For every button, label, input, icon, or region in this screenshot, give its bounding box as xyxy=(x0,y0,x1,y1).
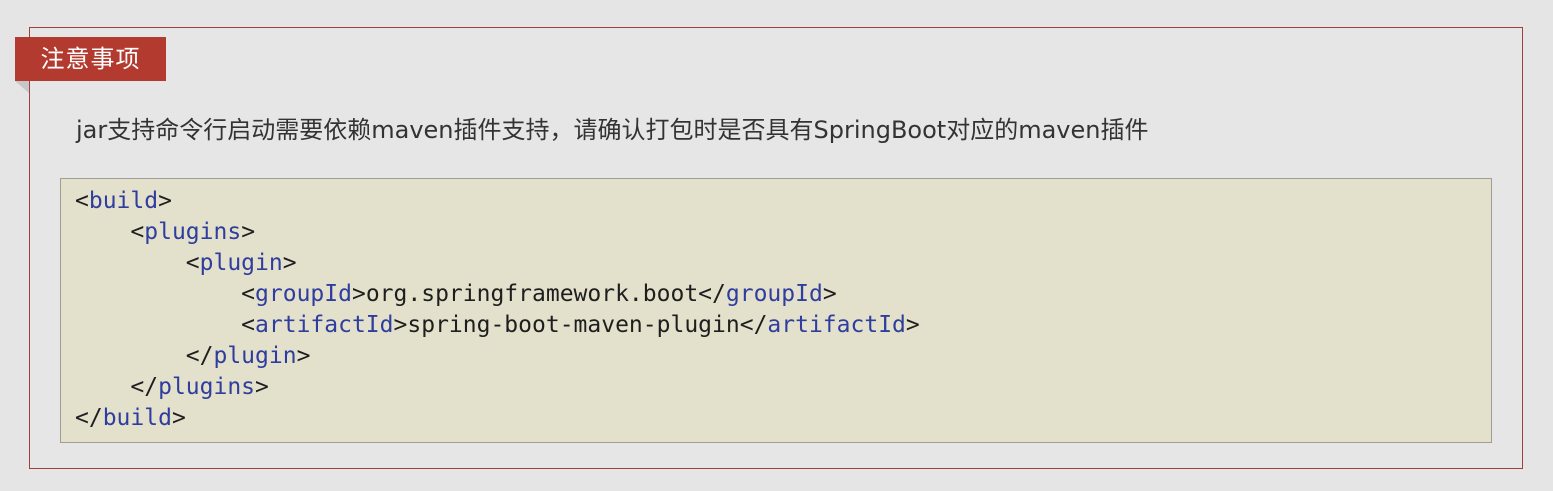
code-block: <build> <plugins> <plugin> <groupId>org.… xyxy=(60,178,1492,443)
code-line: <plugins> xyxy=(130,219,256,245)
note-title-tab: 注意事项 xyxy=(15,37,166,81)
code-line: </plugin> xyxy=(185,343,311,369)
note-tab-fold xyxy=(15,81,29,93)
note-description: jar支持命令行启动需要依赖maven插件支持，请确认打包时是否具有Spring… xyxy=(76,116,1149,144)
code-line: <groupId>org.springframework.boot</group… xyxy=(241,281,837,307)
code-line: <artifactId>spring-boot-maven-plugin</ar… xyxy=(241,312,920,338)
code-line: </build> xyxy=(75,405,186,431)
code-line: <build> xyxy=(75,188,172,214)
code-line: </plugins> xyxy=(130,374,269,400)
code-line: <plugin> xyxy=(185,250,297,276)
note-title-label: 注意事项 xyxy=(40,45,141,73)
